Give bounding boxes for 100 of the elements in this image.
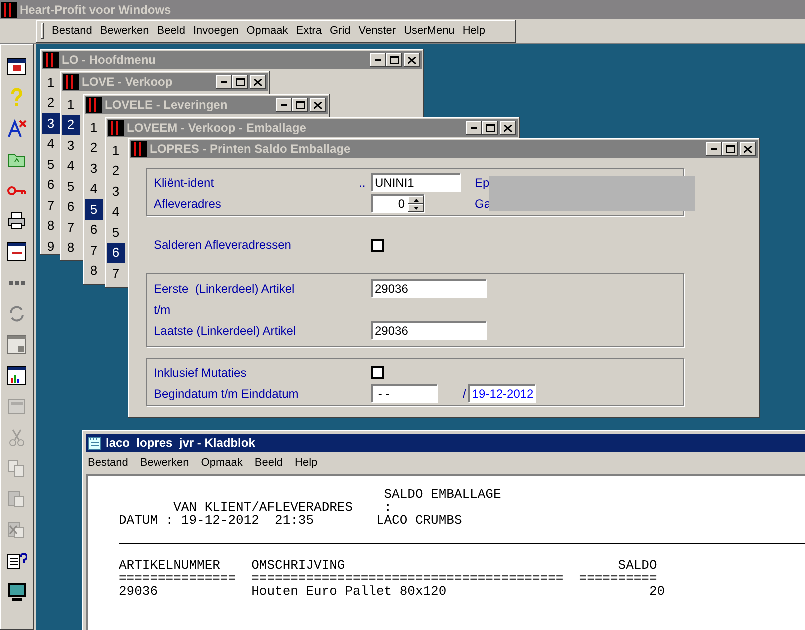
menu-number-item[interactable]: 7	[62, 217, 80, 238]
menu-number-item[interactable]: 1	[85, 117, 103, 138]
close-button[interactable]	[740, 142, 756, 156]
close-button[interactable]	[310, 98, 326, 112]
maximize-button[interactable]	[292, 98, 308, 112]
menu-item[interactable]: Help	[462, 22, 486, 40]
menu-item[interactable]: UserMenu	[404, 22, 455, 40]
menu-number-item[interactable]: 4	[42, 134, 60, 154]
form-help-icon	[7, 551, 27, 572]
menu-number-item[interactable]: 2	[107, 160, 125, 181]
input-field[interactable]: - -	[371, 384, 438, 403]
minimize-button[interactable]	[276, 98, 292, 112]
menu-item[interactable]: Beeld	[254, 454, 284, 472]
app-logo-icon	[86, 97, 102, 113]
input-field[interactable]: UNINI1	[371, 173, 461, 192]
close-button[interactable]	[250, 75, 266, 89]
app-logo-icon	[108, 120, 124, 136]
menu-number-item[interactable]: 8	[42, 216, 60, 236]
toolbar-button[interactable]	[5, 364, 29, 388]
app-logo-icon	[43, 52, 59, 68]
menu-number-item[interactable]: 7	[42, 195, 60, 216]
menu-number-item[interactable]: 4	[62, 156, 80, 176]
paste-icon	[7, 489, 27, 510]
maximize-button[interactable]	[232, 75, 248, 89]
toolbar-button[interactable]	[5, 240, 29, 264]
checkbox[interactable]	[371, 366, 384, 379]
menu-number-item[interactable]: 1	[62, 94, 80, 114]
menu-number-item[interactable]: 6	[85, 220, 103, 240]
menu-number-item[interactable]: 5	[42, 154, 60, 174]
window-title: LOVEEM - Verkoop - Emballage	[127, 120, 306, 137]
window-title: LO - Hoofdmenu	[62, 52, 156, 69]
refresh-icon	[7, 304, 27, 324]
app-logo-icon	[63, 74, 79, 90]
close-icon	[254, 78, 262, 86]
lookup-dots: ..	[359, 174, 367, 192]
minimize-button[interactable]	[216, 75, 232, 89]
menu-number-item[interactable]: 4	[85, 178, 103, 199]
menu-number-item[interactable]: 2	[62, 114, 80, 135]
menu-number-item[interactable]: 3	[42, 113, 60, 134]
menu-number-item[interactable]: 6	[42, 174, 60, 195]
menu-item[interactable]: Invoegen	[193, 22, 239, 40]
minimize-button[interactable]	[466, 121, 482, 135]
spin-up-button[interactable]	[408, 196, 424, 204]
menu-number-item[interactable]: 9	[42, 236, 60, 256]
input-field[interactable]: 29036	[371, 279, 487, 298]
maximize-button[interactable]	[482, 121, 498, 135]
input-field[interactable]: 29036	[371, 321, 487, 340]
field-label: Ep	[475, 176, 490, 190]
field-label: Afleveradres	[154, 196, 222, 210]
menu-number-item[interactable]: 8	[85, 260, 103, 281]
menu-item[interactable]: Beeld	[157, 22, 186, 40]
window-title: LOPRES - Printen Saldo Emballage	[150, 141, 351, 158]
maximize-button[interactable]	[386, 53, 402, 67]
window-title: LOVE - Verkoop	[82, 74, 173, 91]
checkbox[interactable]	[371, 238, 384, 252]
menu-item[interactable]: Bestand	[88, 454, 128, 472]
notepad-icon	[88, 436, 103, 450]
minimize-button[interactable]	[370, 53, 386, 67]
menu-number-item[interactable]: 5	[85, 199, 103, 220]
input-field[interactable]: 19-12-2012	[468, 384, 536, 403]
dots-icon	[9, 281, 25, 286]
menu-number-item[interactable]: 6	[107, 242, 125, 263]
report-line: =============== ======================================== ==========	[119, 572, 658, 585]
menu-number-item[interactable]: 7	[107, 263, 125, 284]
close-button[interactable]	[404, 53, 420, 67]
menu-item[interactable]: Extra	[296, 22, 322, 40]
menu-number-item[interactable]: 3	[62, 135, 80, 156]
maximize-button[interactable]	[722, 142, 738, 156]
menu-item[interactable]: Venster	[358, 22, 396, 40]
menu-item[interactable]: Grid	[330, 22, 351, 40]
menu-number-item[interactable]: 6	[62, 196, 80, 217]
close-button[interactable]	[500, 121, 516, 135]
menu-number-item[interactable]: 1	[42, 72, 60, 92]
menu-item[interactable]: Bestand	[52, 22, 92, 40]
spin-field[interactable]: 0	[371, 194, 425, 213]
field-label: Salderen Afleveradressen	[154, 238, 292, 252]
minimize-icon	[281, 104, 287, 106]
menu-number-item[interactable]: 5	[62, 176, 80, 196]
menu-number-item[interactable]: 8	[62, 238, 80, 258]
minimize-button[interactable]	[706, 142, 722, 156]
menu-number-item[interactable]: 3	[107, 181, 125, 202]
menu-item[interactable]: Help	[295, 454, 318, 472]
menu-item[interactable]: Opmaak	[201, 454, 243, 472]
menu-number-item[interactable]: 1	[107, 140, 125, 160]
report-line: VAN KLIENT/AFLEVERADRES :	[172, 501, 392, 514]
menu-number-item[interactable]: 3	[85, 158, 103, 178]
window-form-icon	[7, 242, 27, 262]
field-label: t/m	[154, 302, 171, 318]
menu-item[interactable]: Bewerken	[140, 454, 190, 472]
menu-number-item[interactable]: 4	[107, 202, 125, 222]
spin-down-button[interactable]	[408, 204, 424, 212]
printer-icon	[7, 211, 27, 232]
menu-item[interactable]: Opmaak	[246, 22, 288, 40]
menu-number-item[interactable]: 2	[85, 138, 103, 158]
menu-number-item[interactable]: 5	[107, 222, 125, 242]
menu-number-item[interactable]: 7	[85, 240, 103, 260]
maximize-icon	[486, 124, 494, 132]
menu-item[interactable]: Bewerken	[100, 22, 150, 40]
field-label: Begindatum t/m Einddatum	[154, 386, 299, 400]
menu-number-item[interactable]: 2	[42, 92, 60, 113]
